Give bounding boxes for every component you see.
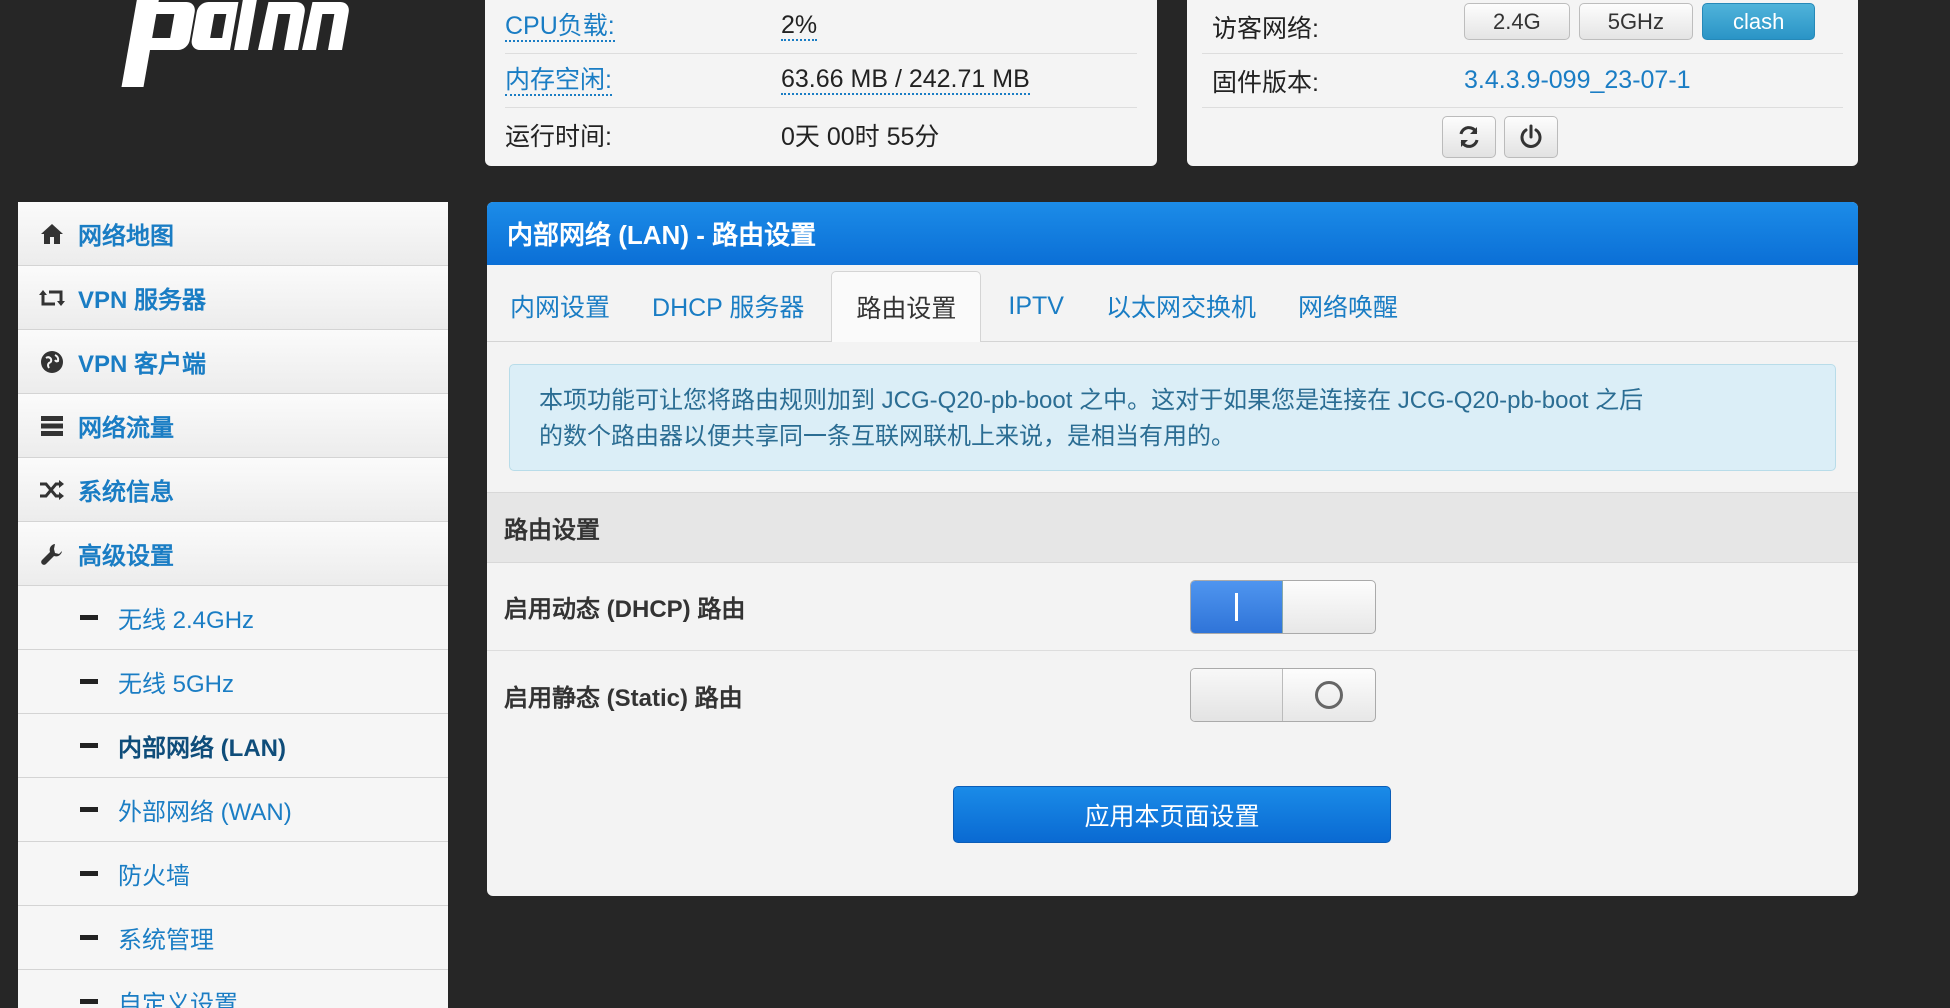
guest-network-buttons: 2.4G 5GHz clash: [1464, 3, 1816, 40]
sidebar: 网络地图 VPN 服务器 VPN 客户端 网络流量 系统信息 高级设置 无线 2…: [18, 202, 448, 1008]
sidebar-subitem-label: 外部网络 (WAN): [118, 799, 292, 826]
clash-button[interactable]: clash: [1701, 3, 1816, 40]
cpu-row: CPU负载: 2%: [505, 0, 1137, 54]
section-title: 路由设置: [487, 492, 1858, 563]
static-route-row: 启用静态 (Static) 路由: [487, 651, 1858, 739]
tab-wake-on-lan[interactable]: 网络唤醒: [1283, 271, 1413, 341]
sidebar-item-network-map[interactable]: 网络地图: [18, 202, 448, 266]
dash-icon: [80, 871, 98, 876]
sidebar-subitem-wireless-24[interactable]: 无线 2.4GHz: [18, 586, 448, 650]
tab-route-settings[interactable]: 路由设置: [831, 271, 982, 342]
toggle-off-side: [1283, 581, 1375, 633]
sidebar-subitem-custom[interactable]: 自定义设置: [18, 970, 448, 1008]
uptime-value: 0天 00时 55分: [781, 123, 940, 151]
memory-value: 63.66 MB / 242.71 MB: [781, 65, 1030, 96]
guest-network-row: 访客网络: 2.4G 5GHz clash: [1202, 0, 1843, 54]
static-route-toggle[interactable]: [1190, 668, 1376, 722]
page-title: 内部网络 (LAN) - 路由设置: [487, 202, 1858, 265]
sidebar-subitem-label: 内部网络 (LAN): [118, 735, 286, 762]
tab-bar: 内网设置 DHCP 服务器 路由设置 IPTV 以太网交换机 网络唤醒: [487, 265, 1858, 342]
dhcp-route-toggle[interactable]: [1190, 579, 1376, 634]
apply-settings-button[interactable]: 应用本页面设置: [953, 786, 1391, 843]
home-icon: [38, 220, 66, 248]
guest-2g-button[interactable]: 2.4G: [1464, 3, 1570, 40]
memory-label[interactable]: 内存空闲:: [505, 66, 612, 96]
sidebar-item-label: 网络地图: [78, 223, 174, 250]
refresh-icon: [1459, 126, 1478, 148]
dash-icon: [80, 935, 98, 940]
reboot-button[interactable]: [1441, 116, 1496, 158]
tab-iptv[interactable]: IPTV: [993, 271, 1079, 341]
tab-dhcp-server[interactable]: DHCP 服务器: [637, 271, 819, 341]
list-icon: [38, 412, 66, 440]
tab-lan-settings[interactable]: 内网设置: [495, 271, 625, 341]
sidebar-item-vpn-server[interactable]: VPN 服务器: [18, 266, 448, 330]
sidebar-subitem-wireless-5[interactable]: 无线 5GHz: [18, 650, 448, 714]
globe-icon: [38, 348, 66, 376]
uptime-row: 运行时间: 0天 00时 55分: [505, 108, 1137, 162]
sidebar-item-label: VPN 客户端: [78, 351, 207, 378]
dash-icon: [80, 615, 98, 620]
static-route-label: 启用静态 (Static) 路由: [504, 684, 743, 712]
wrench-icon: [38, 540, 66, 568]
sidebar-subitem-label: 防火墙: [118, 863, 190, 890]
dash-icon: [80, 743, 98, 748]
sidebar-subitem-admin[interactable]: 系统管理: [18, 906, 448, 970]
padavan-logo: [120, 0, 360, 107]
dhcp-route-label: 启用动态 (DHCP) 路由: [504, 596, 746, 623]
info-text-line2: 的数个路由器以便共享同一条互联网联机上来说，是相当有用的。: [539, 423, 1235, 450]
guest-5g-button[interactable]: 5GHz: [1578, 3, 1693, 40]
dash-icon: [80, 807, 98, 812]
power-icon: [1520, 124, 1541, 148]
system-status-panel: CPU负载: 2% 内存空闲: 63.66 MB / 242.71 MB 运行时…: [485, 0, 1157, 166]
sidebar-item-label: 系统信息: [78, 479, 174, 506]
sidebar-subitem-label: 无线 2.4GHz: [118, 607, 255, 634]
sidebar-subitem-label: 系统管理: [118, 927, 214, 954]
dash-icon: [80, 679, 98, 684]
sidebar-item-advanced[interactable]: 高级设置: [18, 522, 448, 586]
network-status-panel: 访客网络: 2.4G 5GHz clash 固件版本: 3.4.3.9-099_…: [1187, 0, 1858, 166]
logo-graphic: [121, 0, 349, 87]
toggle-on-side: [1191, 669, 1283, 721]
cpu-value: 2%: [781, 11, 818, 42]
sidebar-subitem-wan[interactable]: 外部网络 (WAN): [18, 778, 448, 842]
system-action-buttons: [1202, 116, 1843, 158]
toggle-off-side: [1283, 669, 1375, 721]
shuffle-icon: [38, 476, 66, 504]
info-box: 本项功能可让您将路由规则加到 JCG-Q20-pb-boot 之中。这对于如果您…: [509, 364, 1836, 471]
sidebar-subitem-label: 自定义设置: [118, 991, 238, 1008]
sidebar-item-label: VPN 服务器: [78, 287, 207, 314]
sidebar-item-system-info[interactable]: 系统信息: [18, 458, 448, 522]
sidebar-item-label: 高级设置: [78, 543, 174, 570]
toggle-on-icon: [1235, 592, 1238, 621]
dhcp-route-row: 启用动态 (DHCP) 路由: [487, 563, 1858, 651]
info-text-line1: 本项功能可让您将路由规则加到 JCG-Q20-pb-boot 之中。这对于如果您…: [539, 387, 1644, 414]
sidebar-item-traffic[interactable]: 网络流量: [18, 394, 448, 458]
uptime-label: 运行时间:: [505, 123, 612, 151]
memory-row: 内存空闲: 63.66 MB / 242.71 MB: [505, 54, 1137, 108]
cpu-label[interactable]: CPU负载:: [505, 12, 615, 42]
firmware-version-link[interactable]: 3.4.3.9-099_23-07-1: [1464, 66, 1691, 95]
sidebar-subitem-label: 无线 5GHz: [118, 671, 235, 698]
sidebar-item-vpn-client[interactable]: VPN 客户端: [18, 330, 448, 394]
toggle-on-side: [1191, 580, 1283, 633]
dash-icon: [80, 999, 98, 1004]
retweet-icon: [38, 284, 66, 312]
sidebar-subitem-firewall[interactable]: 防火墙: [18, 842, 448, 906]
guest-network-label: 访客网络:: [1212, 14, 1319, 43]
firmware-row: 固件版本: 3.4.3.9-099_23-07-1: [1202, 54, 1843, 108]
firmware-label: 固件版本:: [1212, 68, 1319, 97]
sidebar-item-label: 网络流量: [78, 415, 174, 442]
main-card: 内部网络 (LAN) - 路由设置 内网设置 DHCP 服务器 路由设置 IPT…: [487, 202, 1858, 896]
shutdown-button[interactable]: [1503, 116, 1558, 158]
toggle-off-icon: [1315, 681, 1343, 709]
sidebar-subitem-lan[interactable]: 内部网络 (LAN): [18, 714, 448, 778]
tab-ethernet-switch[interactable]: 以太网交换机: [1091, 271, 1271, 341]
